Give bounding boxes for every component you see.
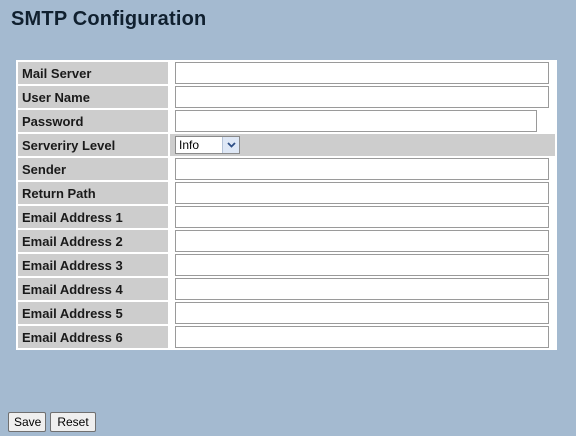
severity-level-select[interactable]: Info (175, 136, 240, 154)
mail-server-input[interactable] (175, 62, 549, 84)
table-row: Email Address 1 (18, 206, 555, 228)
severity-level-label: Serveriry Level (18, 134, 168, 156)
email-address-4-label: Email Address 4 (18, 278, 168, 300)
table-row: Email Address 2 (18, 230, 555, 252)
user-name-cell (170, 86, 555, 108)
email-address-2-input[interactable] (175, 230, 549, 252)
email-address-5-input[interactable] (175, 302, 549, 324)
table-row: Return Path (18, 182, 555, 204)
email-address-3-input[interactable] (175, 254, 549, 276)
table-row: Email Address 4 (18, 278, 555, 300)
table-row: User Name (18, 86, 555, 108)
table-row: Mail Server (18, 62, 555, 84)
email-address-3-label: Email Address 3 (18, 254, 168, 276)
email-address-4-input[interactable] (175, 278, 549, 300)
email-address-1-cell (170, 206, 555, 228)
email-address-5-label: Email Address 5 (18, 302, 168, 324)
button-row: Save Reset (8, 412, 96, 432)
severity-level-cell: Info (170, 134, 555, 156)
page-title: SMTP Configuration (11, 8, 207, 30)
table-row: Sender (18, 158, 555, 180)
email-address-6-cell (170, 326, 555, 348)
return-path-cell (170, 182, 555, 204)
mail-server-label: Mail Server (18, 62, 168, 84)
sender-label: Sender (18, 158, 168, 180)
password-cell (170, 110, 555, 132)
return-path-input[interactable] (175, 182, 549, 204)
email-address-1-input[interactable] (175, 206, 549, 228)
user-name-label: User Name (18, 86, 168, 108)
sender-cell (170, 158, 555, 180)
user-name-input[interactable] (175, 86, 549, 108)
table-row: Serveriry Level Info (18, 134, 555, 156)
save-button[interactable]: Save (8, 412, 46, 432)
password-label: Password (18, 110, 168, 132)
password-input[interactable] (175, 110, 537, 132)
email-address-1-label: Email Address 1 (18, 206, 168, 228)
smtp-config-table: Mail Server User Name Password Serveriry… (16, 60, 557, 350)
email-address-4-cell (170, 278, 555, 300)
table-row: Password (18, 110, 555, 132)
email-address-6-input[interactable] (175, 326, 549, 348)
email-address-6-label: Email Address 6 (18, 326, 168, 348)
table-row: Email Address 6 (18, 326, 555, 348)
sender-input[interactable] (175, 158, 549, 180)
email-address-3-cell (170, 254, 555, 276)
email-address-5-cell (170, 302, 555, 324)
email-address-2-cell (170, 230, 555, 252)
return-path-label: Return Path (18, 182, 168, 204)
table-row: Email Address 3 (18, 254, 555, 276)
table-row: Email Address 5 (18, 302, 555, 324)
mail-server-cell (170, 62, 555, 84)
chevron-down-icon[interactable] (222, 137, 239, 153)
email-address-2-label: Email Address 2 (18, 230, 168, 252)
severity-level-value: Info (179, 138, 200, 152)
reset-button[interactable]: Reset (50, 412, 96, 432)
